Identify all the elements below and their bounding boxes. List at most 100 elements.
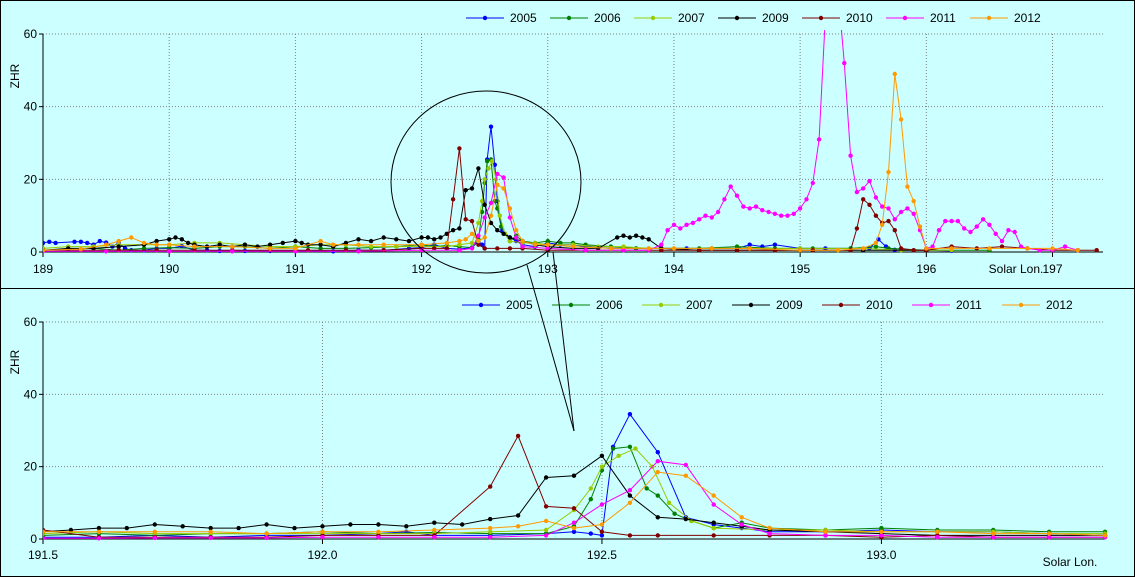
data-point-2012 — [1102, 533, 1108, 538]
data-point-2009 — [368, 238, 374, 244]
data-point-2009 — [381, 235, 386, 240]
data-point-2007 — [497, 213, 502, 218]
data-point-2012 — [655, 469, 660, 475]
data-point-2011 — [987, 222, 992, 227]
data-point-2012 — [501, 186, 506, 191]
data-point-2011 — [703, 213, 708, 218]
data-point-2011 — [779, 213, 784, 218]
data-point-2011 — [753, 204, 759, 209]
y-tick-label: 0 — [30, 245, 37, 259]
data-point-2011 — [816, 137, 822, 142]
data-point-2012 — [520, 238, 525, 244]
data-point-2011 — [432, 535, 437, 540]
data-point-2011 — [495, 171, 500, 177]
data-point-2011 — [684, 222, 689, 227]
data-point-2011 — [760, 208, 765, 213]
y-tick-label: 20 — [24, 172, 38, 186]
data-point-2009 — [615, 235, 620, 240]
data-point-2012 — [543, 518, 549, 524]
x-tick-label: 193.0 — [866, 548, 896, 562]
data-point-2011 — [627, 488, 633, 493]
data-point-2005 — [47, 239, 52, 244]
data-point-2011 — [791, 211, 796, 216]
x-tick-label: 191 — [285, 262, 305, 276]
data-point-2012 — [627, 500, 633, 505]
data-point-2010 — [450, 197, 456, 202]
data-point-2012 — [267, 246, 273, 251]
data-point-2009 — [236, 525, 241, 531]
legend-label: 2006 — [596, 298, 623, 312]
data-point-2011 — [1012, 229, 1017, 235]
legend-label: 2010 — [866, 298, 893, 312]
data-point-2012 — [264, 531, 269, 536]
data-point-2005 — [488, 124, 494, 129]
data-point-2012 — [879, 529, 884, 534]
legend-label: 2011 — [956, 298, 982, 312]
data-point-2006 — [655, 493, 660, 498]
data-point-2009 — [711, 520, 716, 525]
data-point-2012 — [898, 117, 904, 122]
data-point-2009 — [460, 522, 465, 527]
data-point-2012 — [608, 246, 614, 251]
data-point-2005 — [655, 450, 660, 455]
data-point-2007 — [486, 166, 491, 171]
data-point-2012 — [376, 529, 381, 534]
data-point-2009 — [320, 524, 325, 529]
data-point-2009 — [640, 235, 645, 240]
data-point-2006 — [485, 159, 490, 164]
data-point-2009 — [376, 522, 381, 527]
data-point-2012 — [905, 184, 910, 189]
data-point-2006 — [644, 486, 649, 491]
data-point-2012 — [320, 529, 325, 534]
data-point-2011 — [767, 531, 772, 536]
data-point-2012 — [129, 235, 134, 240]
data-point-2006 — [672, 511, 677, 516]
data-point-2011 — [715, 209, 721, 215]
data-point-2012 — [482, 235, 487, 240]
data-point-2011 — [583, 248, 588, 253]
data-point-2011 — [999, 238, 1005, 244]
data-point-2010 — [848, 248, 853, 253]
data-point-2011 — [507, 215, 513, 220]
data-point-2009 — [599, 453, 605, 458]
data-point-2012 — [192, 244, 197, 249]
data-point-2011 — [892, 217, 897, 222]
legend-label: 2010 — [846, 11, 873, 25]
data-point-2005 — [72, 239, 77, 244]
data-point-2012 — [532, 242, 538, 247]
y-tick-label: 20 — [24, 460, 38, 474]
data-point-2007 — [599, 464, 605, 469]
data-point-2011 — [842, 60, 847, 66]
data-point-2012 — [103, 242, 109, 247]
legend-label: 2005 — [506, 298, 533, 312]
data-point-2011 — [728, 184, 733, 189]
legend-label: 2011 — [930, 11, 956, 25]
data-point-2009 — [180, 524, 185, 529]
data-point-2012 — [917, 224, 923, 229]
data-point-2012 — [381, 242, 386, 247]
data-point-2012 — [835, 248, 841, 253]
legend-label: 2009 — [776, 298, 803, 312]
data-point-2009 — [627, 235, 632, 240]
x-tick-label: 194 — [664, 262, 684, 276]
data-point-2010 — [515, 433, 521, 439]
data-point-2005 — [78, 239, 84, 244]
data-point-2012 — [154, 242, 159, 247]
data-point-2009 — [655, 515, 660, 520]
data-point-2011 — [457, 248, 462, 253]
legend-label: 2009 — [762, 11, 789, 25]
data-point-2011 — [103, 249, 109, 254]
data-point-2012 — [739, 515, 744, 520]
data-point-2009 — [425, 235, 431, 240]
data-point-2009 — [507, 235, 513, 240]
data-point-2012 — [987, 246, 992, 251]
data-point-2011 — [683, 462, 688, 468]
data-point-2007 — [482, 177, 487, 182]
data-point-2011 — [772, 211, 778, 216]
data-point-2006 — [610, 446, 616, 451]
data-point-2011 — [936, 228, 942, 233]
data-point-2012 — [924, 246, 929, 251]
data-point-2011 — [476, 233, 481, 238]
data-point-2011 — [962, 226, 967, 231]
data-point-2011 — [898, 209, 904, 215]
